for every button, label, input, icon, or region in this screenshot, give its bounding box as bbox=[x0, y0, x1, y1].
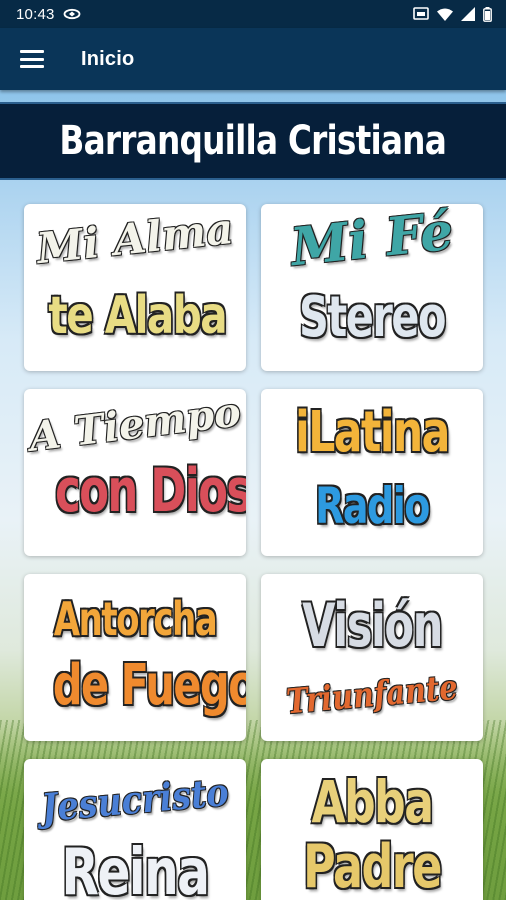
station-line2: con Dios bbox=[55, 456, 246, 526]
content-area[interactable]: Barranquilla Cristiana Mi Alma te Alaba … bbox=[0, 90, 506, 900]
wifi-icon bbox=[437, 8, 453, 21]
station-line1: Abba bbox=[311, 768, 434, 836]
station-card-mi-alma-te-alaba[interactable]: Mi Alma te Alaba bbox=[24, 204, 246, 371]
station-line2: Padre bbox=[303, 832, 442, 900]
status-time: 10:43 bbox=[16, 5, 55, 23]
station-line1: Jesucristo bbox=[39, 768, 231, 831]
toolbar-title: Inicio bbox=[81, 47, 135, 70]
signal-icon bbox=[461, 7, 475, 21]
station-card-vision-triunfante[interactable]: Visión Triunfante bbox=[261, 574, 483, 741]
battery-icon bbox=[483, 6, 492, 22]
station-card-jesucristo-reina[interactable]: Jesucristo Reina bbox=[24, 759, 246, 900]
station-card-abba-padre[interactable]: Abba Padre bbox=[261, 759, 483, 900]
station-line2: te Alaba bbox=[48, 286, 227, 346]
station-line2: Reina bbox=[61, 836, 210, 900]
cast-icon bbox=[63, 8, 80, 20]
station-line1: Mi Alma bbox=[34, 204, 236, 274]
banner-title: Barranquilla Cristiana bbox=[59, 118, 447, 164]
cast-screen-icon bbox=[413, 7, 429, 20]
station-line1: Visión bbox=[302, 591, 443, 661]
banner: Barranquilla Cristiana bbox=[0, 102, 506, 180]
status-right bbox=[413, 6, 492, 22]
status-bar: 10:43 bbox=[0, 0, 506, 28]
station-line2: Radio bbox=[315, 477, 430, 535]
status-left: 10:43 bbox=[16, 6, 81, 23]
station-line2: Stereo bbox=[299, 285, 446, 350]
menu-icon[interactable] bbox=[20, 50, 44, 68]
station-card-mi-fe-stereo[interactable]: Mi Fé Stereo bbox=[261, 204, 483, 371]
station-card-a-tiempo-con-dios[interactable]: A Tiempo con Dios bbox=[24, 389, 246, 556]
app-toolbar: Inicio bbox=[0, 28, 506, 90]
station-line2: de Fuego bbox=[52, 653, 246, 718]
station-line1: Mi Fé bbox=[287, 204, 456, 279]
station-line1: A Tiempo bbox=[26, 389, 244, 461]
station-line1: iLatina bbox=[295, 400, 450, 465]
station-card-antorcha-de-fuego[interactable]: Antorcha de Fuego bbox=[24, 574, 246, 741]
station-card-ilatina-radio[interactable]: iLatina Radio bbox=[261, 389, 483, 556]
station-line1: Antorcha bbox=[53, 592, 218, 646]
station-line2: Triunfante bbox=[284, 667, 460, 723]
